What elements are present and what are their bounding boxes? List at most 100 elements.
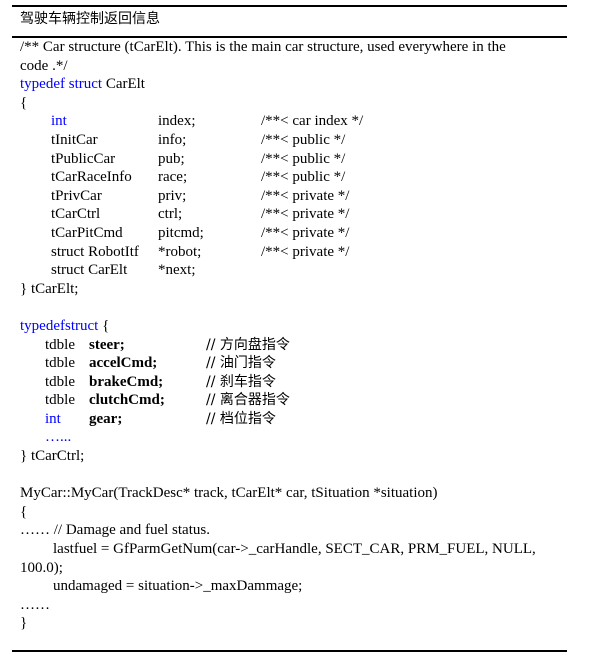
- field-comment: /**< private */: [261, 187, 350, 204]
- constructor-ellipsis: ……: [20, 596, 50, 613]
- struct-declaration: typedef struct CarElt: [20, 75, 145, 94]
- field-type: tdble: [45, 355, 75, 372]
- open-brace: {: [20, 94, 28, 111]
- field-name: pub;: [158, 150, 185, 167]
- field-name: *robot;: [158, 243, 202, 260]
- lastfuel-statement: lastfuel = GfParmGetNum(car->_carHandle,…: [53, 541, 536, 558]
- code-line: …...: [20, 428, 570, 447]
- field-comment: // 档位指令: [206, 410, 276, 427]
- code-line: typedef struct CarElt: [20, 75, 570, 94]
- code-line: typedefstruct {: [20, 317, 570, 336]
- field-comment: /**< public */: [261, 131, 346, 148]
- field-comment: // 刹车指令: [206, 373, 276, 390]
- struct-name: CarElt: [102, 76, 145, 93]
- bottom-rule: [12, 650, 567, 652]
- typedefstruct-keyword: typedefstruct: [20, 317, 99, 334]
- car-struct-close: } tCarElt;: [20, 280, 79, 297]
- field-type: int: [51, 113, 67, 130]
- field-type: int: [45, 410, 61, 427]
- field-comment: /**< car index */: [261, 113, 364, 130]
- struct-keyword: struct: [68, 76, 103, 93]
- car-field-row: tCarRaceInfo race; /**< public */: [20, 168, 570, 187]
- field-type: struct CarElt: [51, 262, 128, 279]
- code-listing: /** Car structure (tCarElt). This is the…: [20, 38, 570, 633]
- car-field-row: tPublicCar pub; /**< public */: [20, 150, 570, 169]
- car-field-row: struct RobotItf *robot; /**< private */: [20, 243, 570, 262]
- code-line: lastfuel = GfParmGetNum(car->_carHandle,…: [20, 540, 570, 559]
- field-name: steer;: [89, 336, 125, 353]
- code-line: {: [20, 94, 570, 113]
- field-name: ctrl;: [158, 206, 183, 223]
- damage-fuel-comment: …… // Damage and fuel status.: [20, 522, 210, 539]
- field-name: brakeCmd;: [89, 373, 164, 390]
- field-name: priv;: [158, 187, 187, 204]
- field-comment: /**< private */: [261, 243, 350, 260]
- top-rule: [12, 5, 567, 7]
- code-line: {: [20, 503, 570, 522]
- field-comment: // 离合器指令: [206, 392, 290, 409]
- field-type: tdble: [45, 392, 75, 409]
- car-field-row: tCarCtrl ctrl; /**< private */: [20, 205, 570, 224]
- ctrl-field-row: tdble brakeCmd; // 刹车指令: [20, 373, 570, 392]
- code-line: ……: [20, 596, 570, 615]
- field-type: tCarPitCmd: [51, 224, 123, 241]
- code-line: code .*/: [20, 57, 570, 76]
- field-type: tPublicCar: [51, 150, 116, 167]
- code-line: } tCarCtrl;: [20, 447, 570, 466]
- field-name: info;: [158, 131, 187, 148]
- ctrl-field-row: tdble clutchCmd; // 离合器指令: [20, 391, 570, 410]
- field-comment: /**< public */: [261, 150, 346, 167]
- code-line: …… // Damage and fuel status.: [20, 521, 570, 540]
- field-type: tCarRaceInfo: [51, 169, 132, 186]
- car-field-row: tCarPitCmd pitcmd; /**< private */: [20, 224, 570, 243]
- code-line: } tCarElt;: [20, 280, 570, 299]
- field-name: index;: [158, 113, 196, 130]
- typedef-keyword: typedef: [20, 76, 65, 93]
- car-field-row: tPrivCar priv; /**< private */: [20, 187, 570, 206]
- field-type: tCarCtrl: [51, 206, 101, 223]
- ctrl-field-row: int gear; // 档位指令: [20, 410, 570, 429]
- ctrl-fields-block: tdble steer; // 方向盘指令 tdble accelCmd; // 油门指令…: [20, 336, 570, 429]
- ctrl-ellipsis: …...: [45, 429, 72, 446]
- field-name: *next;: [158, 262, 196, 279]
- code-line: 100.0);: [20, 559, 570, 578]
- ctrl-open-brace: {: [98, 317, 110, 334]
- field-type: struct RobotItf: [51, 243, 139, 260]
- field-comment: /**< private */: [261, 206, 350, 223]
- table-caption: 驾驶车辆控制返回信息: [20, 11, 160, 27]
- struct-doc-comment: /** Car structure (tCarElt). This is the…: [20, 39, 506, 55]
- field-comment: /**< private */: [261, 224, 350, 241]
- field-comment: // 油门指令: [206, 355, 276, 372]
- car-fields-block: int index; /**< car index */ tInitCar info; /…: [20, 112, 570, 279]
- field-type: tPrivCar: [51, 187, 102, 204]
- field-type: tdble: [45, 336, 75, 353]
- constructor-open-brace: {: [20, 503, 28, 520]
- field-name: accelCmd;: [89, 355, 158, 372]
- constructor-signature: MyCar::MyCar(TrackDesc* track, tCarElt* …: [20, 485, 438, 502]
- code-line: MyCar::MyCar(TrackDesc* track, tCarElt* …: [20, 484, 570, 503]
- field-comment: // 方向盘指令: [206, 336, 290, 353]
- car-field-row: int index; /**< car index */: [20, 112, 570, 131]
- struct-doc-comment-end: code .*/: [20, 57, 68, 74]
- ctrl-field-row: tdble accelCmd; // 油门指令: [20, 354, 570, 373]
- code-line: undamaged = situation->_maxDammage;: [20, 577, 570, 596]
- car-field-row: tInitCar info; /**< public */: [20, 131, 570, 150]
- ctrl-field-row: tdble steer; // 方向盘指令: [20, 336, 570, 355]
- undamaged-statement: undamaged = situation->_maxDammage;: [53, 578, 303, 595]
- field-name: clutchCmd;: [89, 392, 165, 409]
- ctrl-declaration: typedefstruct {: [20, 317, 109, 336]
- car-field-row: struct CarElt *next;: [20, 261, 570, 280]
- field-name: gear;: [89, 410, 123, 427]
- ctrl-struct-close: } tCarCtrl;: [20, 448, 85, 465]
- field-name: race;: [158, 169, 188, 186]
- lastfuel-statement-end: 100.0);: [20, 559, 63, 576]
- field-name: pitcmd;: [158, 224, 204, 241]
- field-comment: /**< public */: [261, 169, 346, 186]
- code-line: /** Car structure (tCarElt). This is the…: [20, 38, 570, 57]
- constructor-close-brace: }: [20, 615, 28, 632]
- field-type: tdble: [45, 373, 75, 390]
- field-type: tInitCar: [51, 131, 98, 148]
- code-line: }: [20, 614, 570, 633]
